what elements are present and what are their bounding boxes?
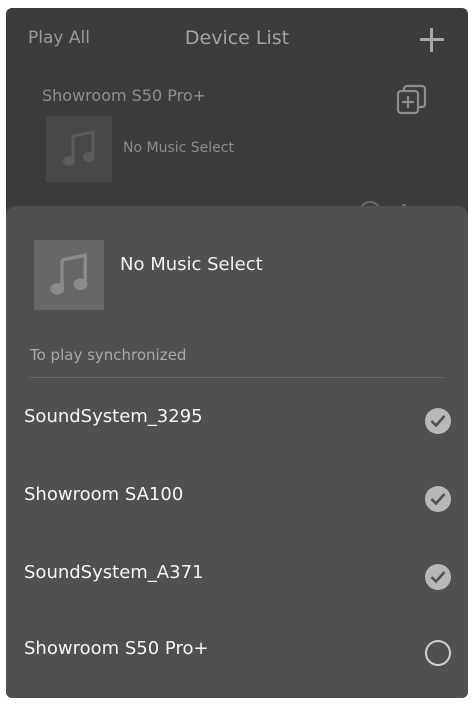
divider bbox=[30, 377, 444, 378]
sync-label: To play synchronized bbox=[30, 346, 187, 364]
music-note-icon bbox=[50, 253, 88, 295]
app-screen: Play All Device List Showroom S50 Pro+ N… bbox=[6, 8, 468, 698]
music-note-icon bbox=[63, 130, 95, 166]
now-playing-text: No Music Select bbox=[123, 140, 234, 156]
device-row-label: SoundSystem_A371 bbox=[24, 562, 204, 583]
device-row-label: Showroom S50 Pro+ bbox=[24, 638, 209, 659]
add-icon[interactable] bbox=[418, 26, 446, 54]
check-icon[interactable] bbox=[425, 486, 451, 512]
device-row[interactable]: Showroom SA100 bbox=[6, 484, 468, 562]
page-title: Device List bbox=[184, 27, 290, 49]
album-art bbox=[46, 116, 112, 182]
unchecked-circle-icon[interactable] bbox=[425, 640, 451, 666]
sync-sheet: No Music Select To play synchronized Sou… bbox=[6, 206, 468, 698]
check-icon[interactable] bbox=[425, 408, 451, 434]
device-row-label: Showroom SA100 bbox=[24, 484, 184, 505]
device-row[interactable]: SoundSystem_A371 bbox=[6, 562, 468, 640]
device-row[interactable]: SoundSystem_3295 bbox=[6, 406, 468, 484]
device-name: Showroom S50 Pro+ bbox=[42, 86, 207, 105]
check-icon[interactable] bbox=[425, 564, 451, 590]
device-row-label: SoundSystem_3295 bbox=[24, 406, 203, 427]
album-art bbox=[34, 240, 104, 310]
top-bar: Play All Device List bbox=[6, 8, 468, 70]
now-playing-title: No Music Select bbox=[120, 254, 263, 275]
group-add-icon[interactable] bbox=[394, 82, 430, 118]
device-row[interactable]: Showroom S50 Pro+ bbox=[6, 638, 468, 698]
